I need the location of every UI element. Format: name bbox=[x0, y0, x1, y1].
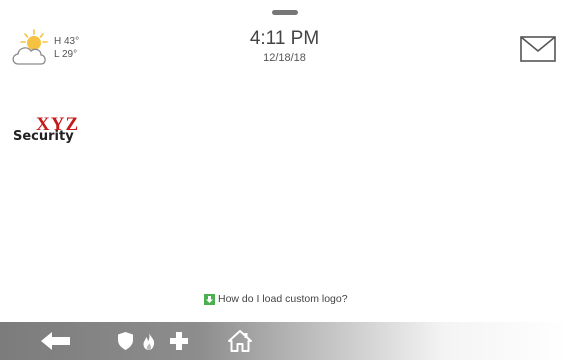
clock-time: 4:11 PM bbox=[249, 28, 320, 49]
medical-panic-button[interactable] bbox=[168, 322, 190, 360]
fire-panic-button[interactable] bbox=[139, 322, 159, 360]
home-screen: H 43° L 29° 4:11 PM 12/18/18 XYZ Securit… bbox=[0, 0, 569, 360]
logo-security-text: Security bbox=[13, 129, 74, 144]
shield-icon bbox=[117, 332, 133, 350]
clock-date: 12/18/18 bbox=[263, 52, 306, 64]
bottom-navigation-bar bbox=[0, 322, 569, 360]
back-button[interactable] bbox=[36, 322, 76, 360]
flame-icon bbox=[143, 332, 155, 350]
back-arrow-icon bbox=[41, 332, 70, 350]
home-icon bbox=[228, 330, 252, 352]
security-panic-button[interactable] bbox=[114, 322, 136, 360]
download-arrow-icon bbox=[204, 293, 215, 305]
pull-down-handle[interactable] bbox=[272, 10, 298, 15]
company-logo: XYZ Security bbox=[13, 115, 93, 146]
home-button[interactable] bbox=[224, 322, 256, 360]
envelope-icon[interactable] bbox=[520, 36, 556, 62]
help-link-text: How do I load custom logo? bbox=[218, 293, 348, 305]
custom-logo-help-link[interactable]: How do I load custom logo? bbox=[204, 292, 348, 306]
medical-cross-icon bbox=[170, 332, 188, 350]
